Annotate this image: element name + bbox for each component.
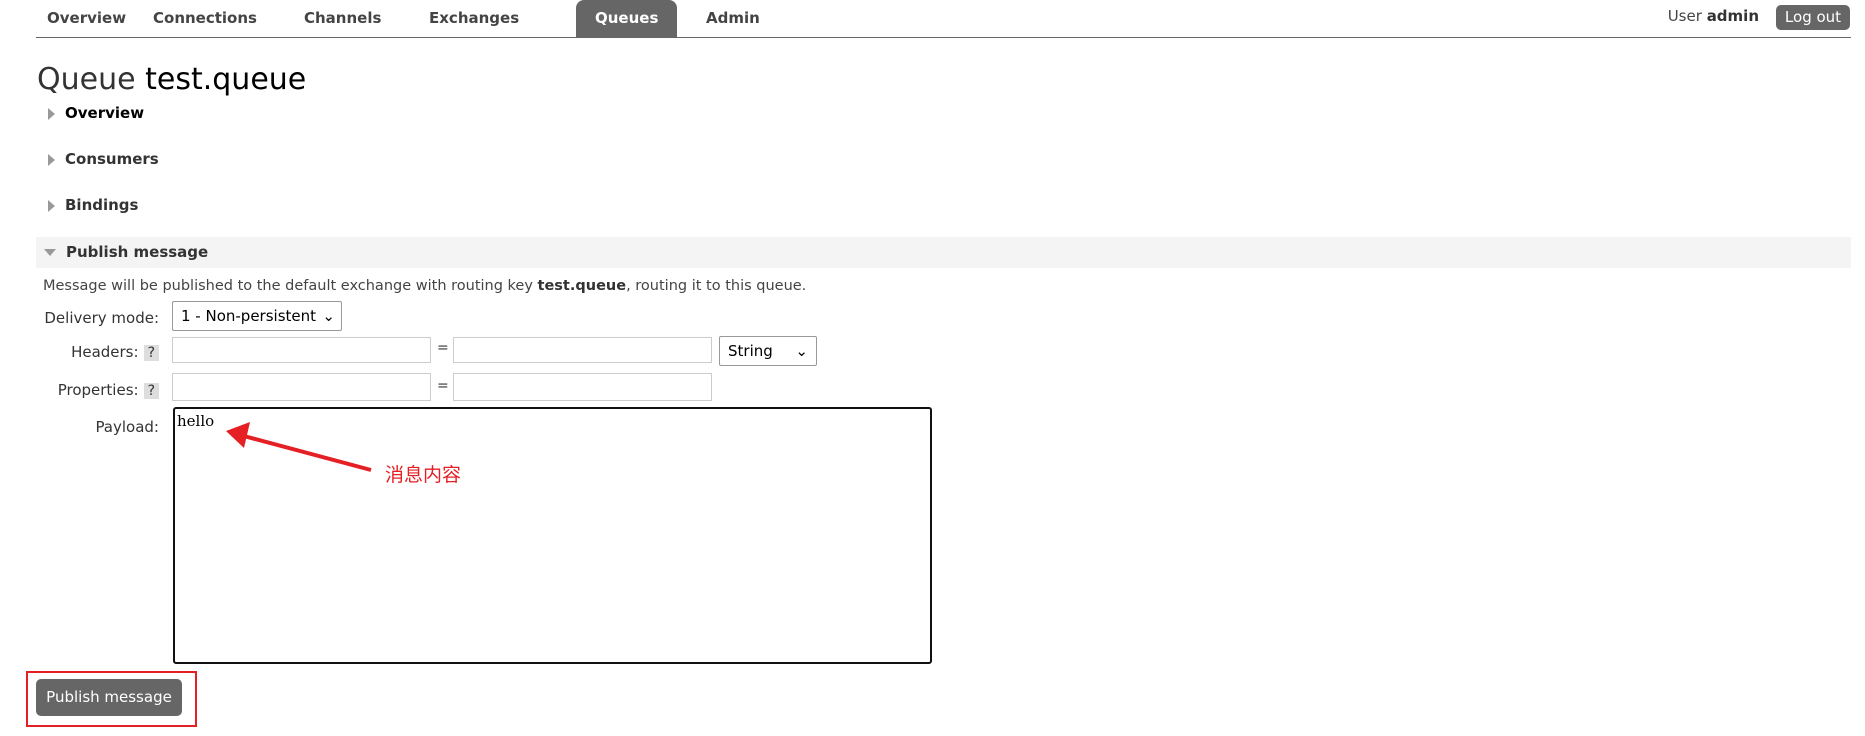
annotation-arrow: [226, 422, 372, 472]
publish-message-button[interactable]: Publish message: [36, 679, 182, 716]
annotation-text: 消息内容: [385, 464, 462, 486]
